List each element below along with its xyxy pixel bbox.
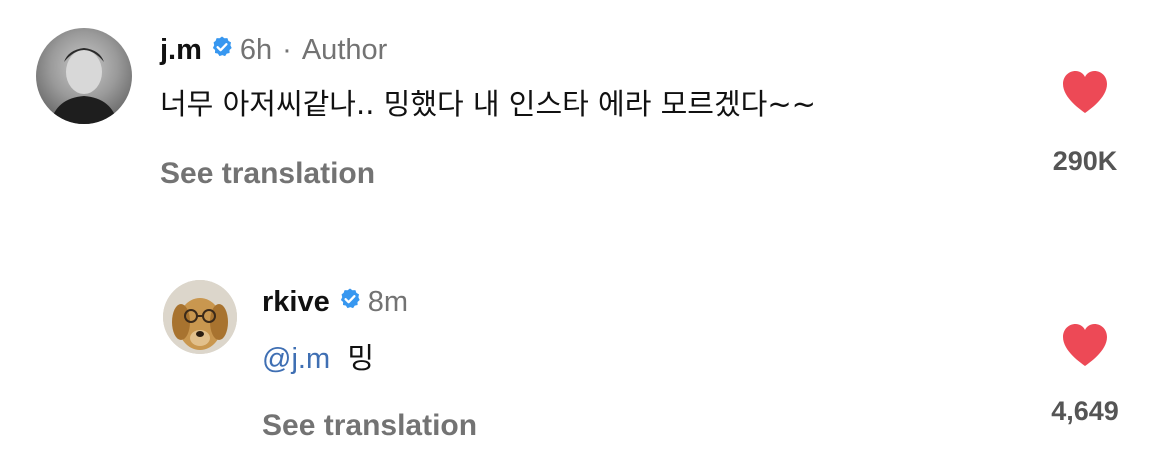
avatar-dog-image	[163, 280, 237, 354]
like-count: 290K	[1052, 146, 1118, 176]
comment-reply: rkive 8m @j.m 밍 See translation 4,649	[0, 240, 1170, 470]
username[interactable]: rkive	[262, 286, 330, 319]
meta-separator: ·	[282, 33, 292, 66]
see-translation-button[interactable]: See translation	[160, 154, 375, 194]
like-section: 290K	[1032, 70, 1138, 179]
verified-badge-icon	[338, 286, 362, 319]
comment-header: j.m 6h · Author	[160, 30, 387, 70]
like-count: 4,649	[1051, 396, 1119, 426]
reply-header: rkive 8m	[262, 282, 408, 322]
reply-message: 밍	[347, 341, 375, 375]
see-translation-button[interactable]: See translation	[262, 406, 477, 446]
username[interactable]: j.m	[160, 34, 202, 67]
avatar-portrait-image	[50, 48, 118, 124]
comment-time: 8m	[367, 285, 409, 318]
like-section: 4,649	[1032, 323, 1138, 429]
comment-text: 너무 아저씨같나.. 밍했다 내 인스타 에라 모르겠다~~	[160, 87, 816, 121]
reply-text: @j.m 밍	[262, 338, 374, 379]
mention-link[interactable]: @j.m	[262, 343, 330, 375]
author-badge: Author	[301, 33, 388, 66]
comment-time: 6h	[239, 33, 273, 66]
heart-filled-icon[interactable]	[1061, 323, 1109, 367]
comment-author: j.m 6h · Author 너무 아저씨같나.. 밍했다 내 인스타 에라 …	[0, 0, 1170, 240]
avatar-rkive[interactable]	[163, 280, 237, 354]
heart-filled-icon[interactable]	[1061, 70, 1109, 114]
avatar-jm[interactable]	[36, 28, 132, 124]
verified-badge-icon	[210, 34, 234, 67]
